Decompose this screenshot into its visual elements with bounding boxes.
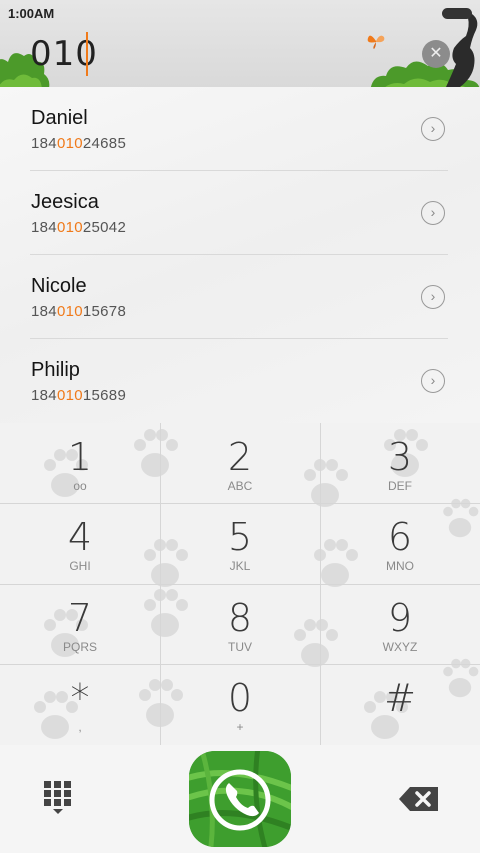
key-8[interactable]: 8 TUV xyxy=(160,584,320,664)
key-letters: DEF xyxy=(388,479,412,493)
key-5[interactable]: 5 JKL xyxy=(160,503,320,583)
phone-icon xyxy=(189,751,291,847)
chevron-right-icon[interactable]: › xyxy=(421,201,445,225)
key-digit: 4 xyxy=(67,515,93,559)
key-letters: + xyxy=(236,720,244,734)
key-digit: 2 xyxy=(227,435,253,479)
key-star[interactable]: * , xyxy=(0,664,160,744)
key-digit: 8 xyxy=(227,596,253,640)
key-letters: GHI xyxy=(69,559,91,573)
contact-number: 18401024685 xyxy=(31,135,127,152)
voicemail-icon: oo xyxy=(73,479,87,493)
key-letters: MNO xyxy=(386,559,414,573)
key-pound[interactable]: # xyxy=(320,664,480,744)
contact-row[interactable]: Daniel 18401024685 › xyxy=(0,87,480,171)
key-digit: * xyxy=(70,676,90,720)
key-digit: 6 xyxy=(387,515,413,559)
key-letters: PQRS xyxy=(62,640,97,654)
chevron-right-icon[interactable]: › xyxy=(421,369,445,393)
contact-results-list: Daniel 18401024685 › Jeesica 18401025042… xyxy=(0,87,480,423)
status-time: 1:00AM xyxy=(8,6,55,21)
key-9[interactable]: 9 WXYZ xyxy=(320,584,480,664)
dialpad-icon[interactable] xyxy=(40,779,76,815)
contact-number: 18401015678 xyxy=(31,303,127,320)
key-letters: TUV xyxy=(228,640,252,654)
text-cursor xyxy=(86,32,88,76)
key-letters: JKL xyxy=(229,559,251,573)
key-digit: 3 xyxy=(387,435,413,479)
battery-icon xyxy=(442,8,472,19)
key-2[interactable]: 2 ABC xyxy=(160,423,320,503)
contact-name: Daniel xyxy=(31,107,88,129)
key-letters: ABC xyxy=(227,479,253,493)
key-7[interactable]: 7 PQRS xyxy=(0,584,160,664)
key-4[interactable]: 4 GHI xyxy=(0,503,160,583)
key-6[interactable]: 6 MNO xyxy=(320,503,480,583)
contact-number: 18401025042 xyxy=(31,219,127,236)
key-digit: 9 xyxy=(387,596,413,640)
key-3[interactable]: 3 DEF xyxy=(320,423,480,503)
contact-row[interactable]: Nicole 18401015678 › xyxy=(0,255,480,339)
backspace-icon[interactable] xyxy=(398,785,440,813)
key-digit: 1 xyxy=(67,435,93,479)
contact-row[interactable]: Jeesica 18401025042 › xyxy=(0,171,480,255)
status-bar: 1:00AM xyxy=(0,0,480,26)
key-letters: , xyxy=(78,720,82,734)
key-digit: 5 xyxy=(227,515,253,559)
contact-name: Philip xyxy=(31,359,80,381)
key-digit: 7 xyxy=(67,596,93,640)
chevron-right-icon[interactable]: › xyxy=(421,117,445,141)
key-0[interactable]: 0 + xyxy=(160,664,320,744)
key-digit: # xyxy=(384,676,416,720)
key-letters: WXYZ xyxy=(382,640,418,654)
bottom-action-bar xyxy=(0,745,480,853)
key-1[interactable]: 1 oo xyxy=(0,423,160,503)
call-button[interactable] xyxy=(189,751,291,847)
contact-number: 18401015689 xyxy=(31,387,127,404)
chevron-right-icon[interactable]: › xyxy=(421,285,445,309)
contact-name: Jeesica xyxy=(31,191,99,213)
contact-row[interactable]: Philip 18401015689 › xyxy=(0,339,480,423)
key-digit: 0 xyxy=(227,676,253,720)
contact-name: Nicole xyxy=(31,275,87,297)
dial-keypad: 1 oo 2 ABC 3 DEF 4 GHI 5 JKL 6 MNO 7 PQR… xyxy=(0,423,480,745)
